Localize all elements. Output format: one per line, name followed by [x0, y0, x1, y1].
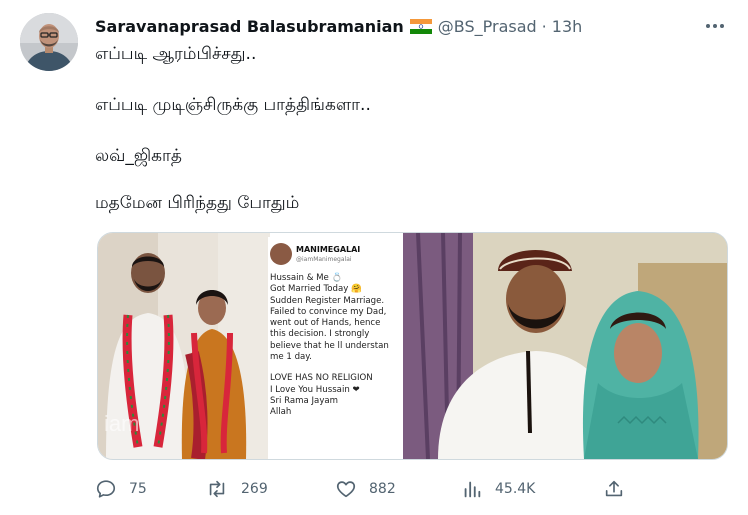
more-options-icon[interactable] [704, 16, 726, 36]
avatar-image [20, 13, 78, 71]
embedded-post-line: this decision. I strongly [270, 329, 370, 340]
embedded-post-text: Hussain & Me 💍 Got Married Today 🤗 Sudde… [270, 273, 404, 419]
tweet-header: Saravanaprasad Balasubramanian @BS_Prasa… [95, 14, 728, 38]
embedded-post-line: Got Married Today 🤗 [270, 284, 362, 295]
reply-button[interactable]: 75 [95, 476, 147, 502]
tweet-actions: 75 269 882 45.4K [95, 476, 635, 502]
embedded-post-line: Allah [270, 407, 292, 418]
tweet-media[interactable]: MANIMEGALAI @iamManimegalai Hussain & Me… [97, 232, 728, 460]
embedded-post-line: Sudden Register Marriage. [270, 295, 385, 306]
india-flag-icon [409, 18, 432, 34]
media-image [98, 233, 727, 459]
embedded-post-line: me 1 day. [270, 352, 312, 363]
like-button[interactable]: 882 [335, 476, 396, 502]
views-chart-icon [464, 481, 481, 498]
embedded-post-line: went out of Hands, hence [270, 318, 381, 329]
tweet-text-line: எப்படி முடிஞ்சிருக்கு பாத்திங்களா.. [95, 95, 371, 115]
embedded-post-line: I Love You Hussain ❤ [270, 384, 360, 395]
embedded-post-line: Failed to convince my Dad, [270, 306, 387, 317]
embedded-post-line: Hussain & Me 💍 [270, 273, 343, 283]
media-watermark: iam [104, 411, 140, 436]
embedded-post-line: believe that he ll understan [270, 340, 389, 351]
share-button[interactable] [603, 476, 625, 502]
embedded-post-handle: @iamManimegalai [296, 256, 352, 263]
embedded-post-line: Sri Rama Jayam [270, 395, 339, 406]
reply-icon [96, 480, 116, 498]
embedded-post-avatar [270, 243, 292, 265]
retweet-button[interactable]: 269 [205, 476, 268, 502]
retweet-count: 269 [241, 481, 268, 497]
views-button[interactable]: 45.4K [461, 476, 535, 502]
author-name[interactable]: Saravanaprasad Balasubramanian [95, 17, 404, 36]
reply-count: 75 [129, 481, 147, 497]
tweet-text-line: மதமேன பிரிந்தது போதும் [95, 193, 300, 213]
author-handle[interactable]: @BS_Prasad [438, 17, 537, 36]
retweet-icon [209, 480, 225, 498]
timestamp[interactable]: 13h [552, 17, 583, 36]
embedded-post-name: MANIMEGALAI [296, 245, 361, 254]
embedded-post-spacer [270, 363, 404, 373]
views-count: 45.4K [495, 481, 536, 497]
tweet-text-line: எப்படி ஆரம்பிச்சது.. [95, 44, 257, 64]
like-count: 882 [369, 481, 396, 497]
embedded-post: MANIMEGALAI @iamManimegalai Hussain & Me… [268, 237, 402, 459]
separator: · [541, 16, 547, 36]
tweet: Saravanaprasad Balasubramanian @BS_Prasa… [0, 0, 748, 515]
tweet-text-line: லவ்_ஜிகாத் [95, 146, 182, 166]
avatar[interactable] [20, 13, 78, 71]
share-icon [605, 480, 623, 497]
heart-icon [336, 481, 356, 498]
embedded-post-line: LOVE HAS NO RELIGION [270, 373, 373, 384]
